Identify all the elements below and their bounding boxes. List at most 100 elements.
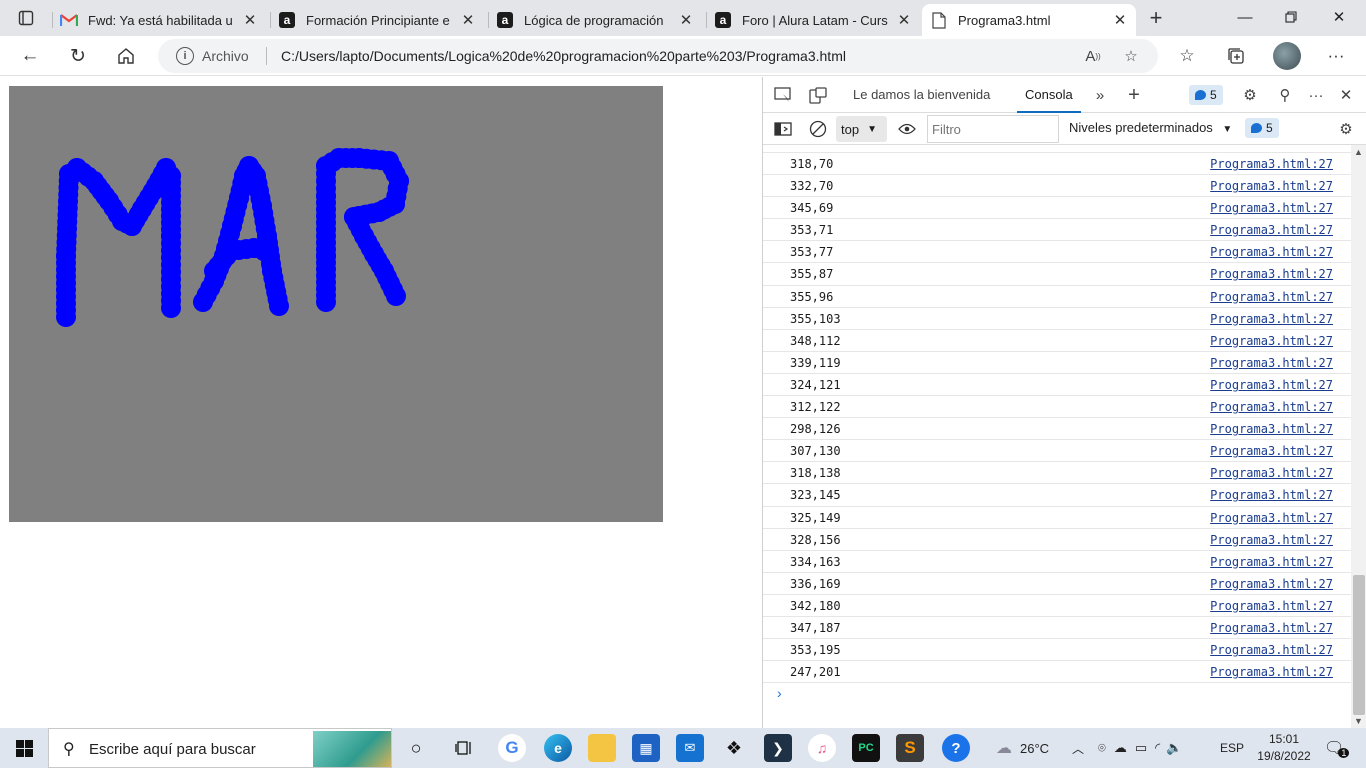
source-link[interactable]: Programa3.html:27 [1210,599,1333,613]
back-icon[interactable]: ← [14,40,46,72]
tab-actions-icon[interactable] [8,6,44,30]
source-link[interactable]: Programa3.html:27 [1210,444,1333,458]
source-link[interactable]: Programa3.html:27 [1210,201,1333,215]
battery-icon[interactable]: ▭ [1135,740,1147,756]
sidebar-toggle-icon[interactable] [772,118,794,140]
source-link[interactable]: Programa3.html:27 [1210,466,1333,480]
onedrive-icon[interactable]: ☁ [1114,740,1127,756]
read-aloud-icon[interactable]: A)) [1082,45,1104,67]
source-link[interactable]: Programa3.html:27 [1210,511,1333,525]
source-link[interactable]: Programa3.html:27 [1210,400,1333,414]
tab-gmail[interactable]: Fwd: Ya está habilitada u ✕ [52,4,266,36]
taskbar-search[interactable]: ⚲ Escribe aquí para buscar [48,728,392,768]
close-window-icon[interactable]: ✕ [1316,0,1362,34]
messages-badge[interactable]: 5 [1245,118,1279,138]
source-link[interactable]: Programa3.html:27 [1210,245,1333,259]
source-link[interactable]: Programa3.html:27 [1210,488,1333,502]
chrome-icon[interactable]: G [498,734,526,762]
more-tabs-icon[interactable]: » [1089,84,1111,106]
device-emulation-icon[interactable] [807,84,829,106]
levels-dropdown[interactable]: Niveles predeterminados ▼ [1069,120,1232,135]
console-scrollbar[interactable]: ▲ ▼ [1351,145,1366,728]
volume-icon[interactable]: 🔈 [1166,740,1182,756]
customize-icon[interactable]: ⚲ [1274,84,1296,106]
source-link[interactable]: Programa3.html:27 [1210,577,1333,591]
collections-icon[interactable] [1221,41,1251,71]
windows-start-icon[interactable] [0,728,48,768]
mail-icon[interactable]: ✉ [676,734,704,762]
source-link[interactable]: Programa3.html:27 [1210,290,1333,304]
source-link[interactable]: Programa3.html:27 [1210,223,1333,237]
tab-logica[interactable]: a Lógica de programación ✕ [488,4,702,36]
context-selector[interactable]: top ▼ [836,116,887,142]
pycharm-icon[interactable]: PC [852,734,880,762]
source-link[interactable]: Programa3.html:27 [1210,621,1333,635]
source-link[interactable]: Programa3.html:27 [1210,157,1333,171]
system-clock[interactable]: 15:01 19/8/2022 [1256,731,1312,765]
source-link[interactable]: Programa3.html:27 [1210,665,1333,679]
source-link[interactable]: Programa3.html:27 [1210,179,1333,193]
more-options-icon[interactable]: ··· [1305,84,1327,106]
scroll-down-icon[interactable]: ▼ [1354,716,1363,726]
inspect-element-icon[interactable] [772,84,794,106]
store-icon[interactable]: ▦ [632,734,660,762]
scrollbar-thumb[interactable] [1353,575,1365,715]
close-devtools-icon[interactable]: ✕ [1335,84,1357,106]
help-icon[interactable]: ? [942,734,970,762]
weather-widget[interactable]: ☁ 26°C [996,728,1049,768]
new-tab-icon[interactable]: + [1142,4,1170,32]
wifi-icon[interactable]: ◜ [1155,740,1160,756]
console-prompt[interactable]: › [763,683,1351,705]
source-link[interactable]: Programa3.html:27 [1210,312,1333,326]
more-options-icon[interactable]: ··· [1321,41,1351,71]
refresh-icon[interactable]: ↻ [62,40,94,72]
edge-icon[interactable]: e [544,734,572,762]
tray-chevron-icon[interactable]: ︿ [1072,728,1084,768]
close-tab-icon[interactable]: ✕ [678,11,694,29]
home-icon[interactable] [110,40,142,72]
tab-formacion[interactable]: a Formación Principiante e ✕ [270,4,484,36]
task-view-icon[interactable] [450,734,478,762]
console-settings-icon[interactable]: ⚙ [1335,118,1357,140]
profile-avatar[interactable] [1273,42,1301,70]
tab-foro[interactable]: a Foro | Alura Latam - Curs ✕ [706,4,920,36]
dropbox-icon[interactable]: ❖ [720,734,748,762]
filter-input[interactable] [927,115,1059,143]
favorites-icon[interactable]: ☆ [1172,41,1202,71]
source-link[interactable]: Programa3.html:27 [1210,267,1333,281]
source-link[interactable]: Programa3.html:27 [1210,378,1333,392]
source-link[interactable]: Programa3.html:27 [1210,334,1333,348]
tab-console[interactable]: Consola [1017,77,1081,113]
add-tab-icon[interactable]: + [1123,84,1145,106]
minimize-icon[interactable]: — [1222,0,1268,34]
issues-badge[interactable]: 5 [1189,85,1223,105]
scroll-up-icon[interactable]: ▲ [1354,147,1363,157]
settings-icon[interactable]: ⚙ [1239,84,1261,106]
add-favorite-icon[interactable]: ☆ [1120,45,1142,67]
clear-console-icon[interactable] [807,118,829,140]
drawing-canvas[interactable] [9,86,663,522]
cortana-icon[interactable]: ○ [402,734,430,762]
close-tab-icon[interactable]: ✕ [1112,11,1128,29]
sublime-text-icon[interactable]: S [896,734,924,762]
source-link[interactable]: Programa3.html:27 [1210,643,1333,657]
itunes-icon[interactable]: ♫ [808,734,836,762]
tab-programa3[interactable]: Programa3.html ✕ [922,4,1136,36]
meet-now-icon[interactable]: ⌾ [1098,740,1106,756]
address-bar[interactable]: i Archivo C:/Users/lapto/Documents/Logic… [158,39,1158,73]
info-icon[interactable]: i [176,47,194,65]
url-text[interactable]: C:/Users/lapto/Documents/Logica%20de%20p… [281,48,846,64]
restore-icon[interactable] [1268,0,1314,34]
source-link[interactable]: Programa3.html:27 [1210,555,1333,569]
live-expression-eye-icon[interactable] [896,118,918,140]
source-link[interactable]: Programa3.html:27 [1210,533,1333,547]
source-link[interactable]: Programa3.html:27 [1210,356,1333,370]
tab-welcome[interactable]: Le damos la bienvenida [845,77,998,113]
close-tab-icon[interactable]: ✕ [460,11,476,29]
close-tab-icon[interactable]: ✕ [242,11,258,29]
notification-center[interactable]: 🗨 1 [1324,728,1350,768]
close-tab-icon[interactable]: ✕ [896,11,912,29]
source-link[interactable]: Programa3.html:27 [1210,422,1333,436]
console-output[interactable]: 318,70 Programa3.html:27 332,70 Programa3.h… [763,145,1351,728]
language-indicator[interactable]: ESP [1220,728,1244,768]
